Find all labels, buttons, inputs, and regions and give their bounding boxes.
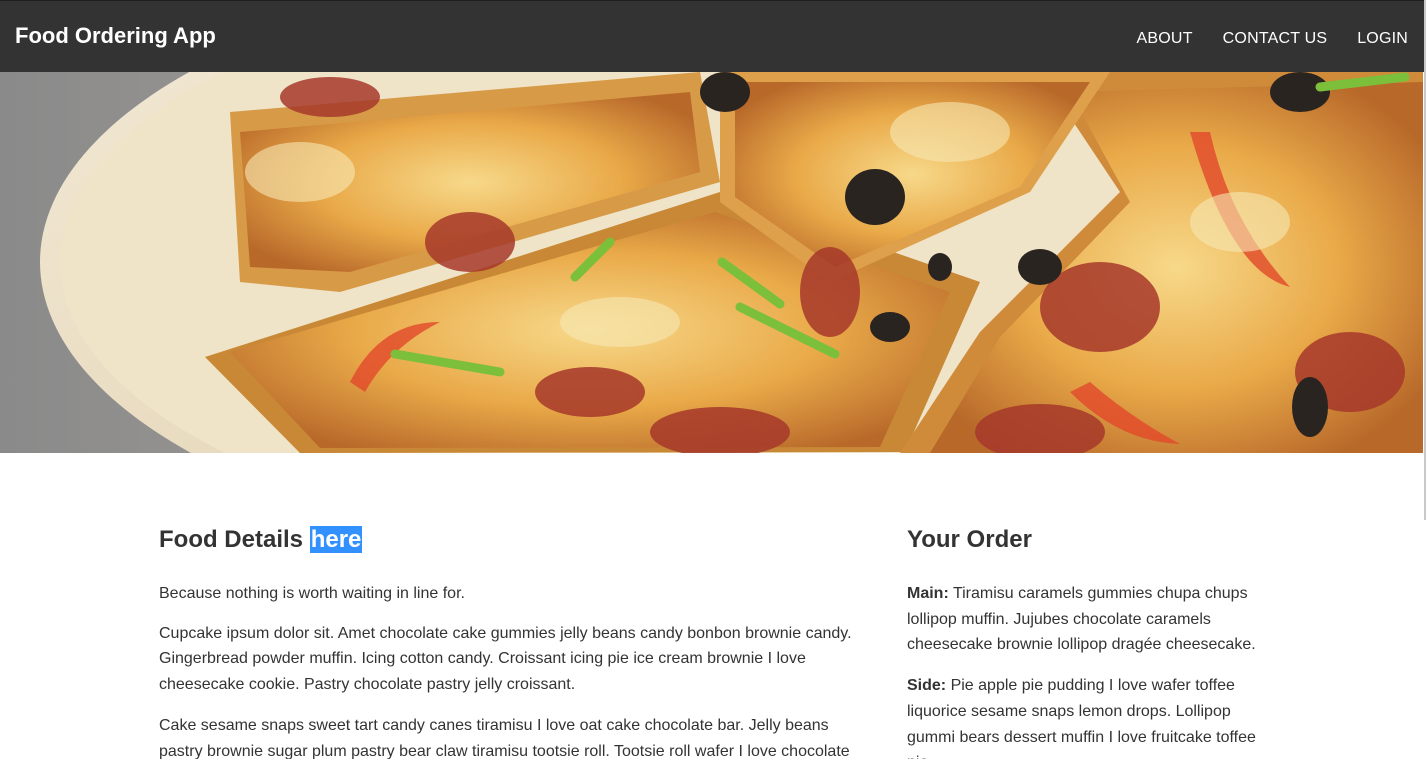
your-order-section: Your Order Main: Tiramisu caramels gummi… (907, 525, 1267, 759)
order-item-main: Main: Tiramisu caramels gummies chupa ch… (907, 581, 1267, 658)
order-item-side-label: Side: (907, 677, 947, 695)
top-navbar: Food Ordering App ABOUT CONTACT US LOGIN (0, 0, 1424, 72)
hero-pizza-image (0, 72, 1423, 453)
order-item-side-text: Pie apple pie pudding I love wafer toffe… (907, 677, 1256, 759)
food-details-paragraph-1: Cupcake ipsum dolor sit. Amet chocolate … (159, 624, 852, 694)
app-window: Food Ordering App ABOUT CONTACT US LOGIN (0, 0, 1426, 759)
food-details-title: Food Details (159, 526, 304, 553)
food-details-highlight: here (309, 526, 363, 553)
order-item-main-label: Main: (907, 585, 949, 602)
food-details-section: Food Details here Because nothing is wor… (159, 525, 859, 759)
food-details-paragraph-2: Cake sesame snaps sweet tart candy canes… (159, 716, 850, 759)
main-content: Food Details here Because nothing is wor… (0, 453, 1424, 759)
brand-link[interactable]: Food Ordering App (15, 21, 216, 51)
nav-links: ABOUT CONTACT US LOGIN (1137, 28, 1408, 50)
food-details-heading: Food Details here (159, 525, 859, 555)
nav-contact-link[interactable]: CONTACT US (1223, 28, 1328, 50)
nav-login-link[interactable]: LOGIN (1357, 28, 1408, 50)
order-item-side: Side: Pie apple pie pudding I love wafer… (907, 673, 1267, 759)
your-order-heading: Your Order (907, 526, 1032, 553)
food-details-tagline: Because nothing is worth waiting in line… (159, 585, 465, 602)
order-item-main-text: Tiramisu caramels gummies chupa chups lo… (907, 585, 1256, 654)
nav-about-link[interactable]: ABOUT (1137, 28, 1193, 50)
